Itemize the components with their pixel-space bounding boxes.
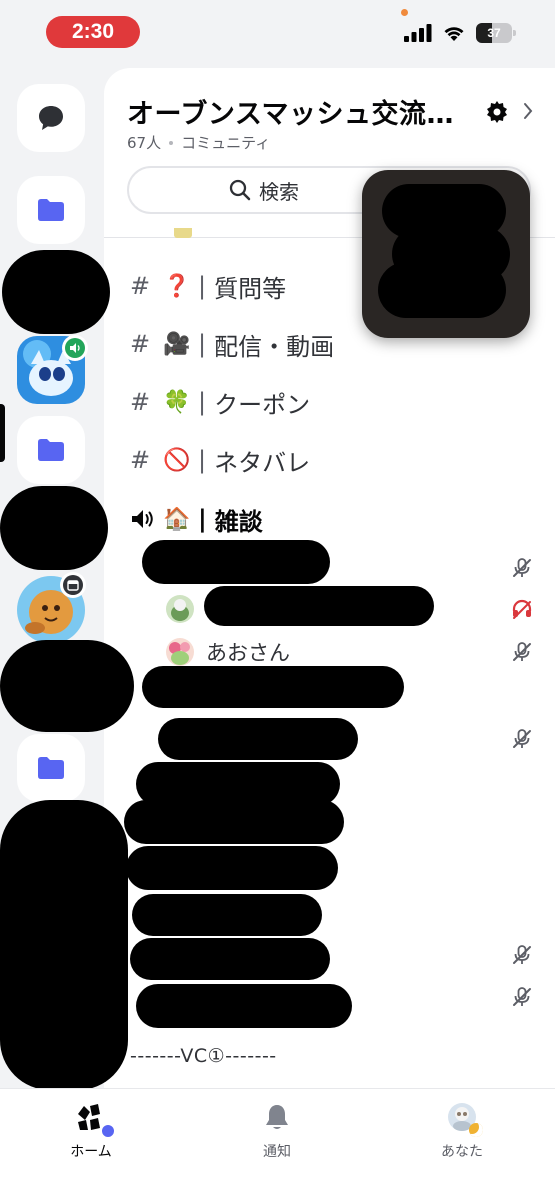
video-camera-icon: 🎥 [163,331,191,357]
muted-mic-icon [513,945,531,964]
bell-icon [263,1099,291,1135]
voice-channel-name: 雑談 [214,507,263,536]
folder-icon [38,199,64,221]
server-folder-2[interactable] [17,416,85,484]
channel-item[interactable]: # ❓ | 質問等 [130,266,286,306]
server-meta: 67人 コミュニティ [127,132,270,153]
idle-moon-icon [469,1123,483,1137]
home-icon [74,1099,116,1139]
nav-you[interactable]: あなた [412,1099,512,1161]
voice-channel[interactable]: 🏠 | 雑談 [130,499,263,539]
battery-level: 37 [487,26,501,40]
active-server-indicator [0,404,5,462]
nav-home-label: ホーム [70,1144,112,1160]
muted-mic-icon [513,642,531,661]
signal-icon [404,24,432,42]
channel-name: ネタバレ [214,448,311,477]
nav-notifications-label: 通知 [263,1144,291,1160]
folder-icon [38,757,64,779]
search-label: 検索 [259,179,299,204]
search-icon [229,179,251,201]
channel-name: クーポン [214,390,311,419]
battery-icon: 37 [476,23,516,43]
bottom-navigation: ホーム 通知 あなた [0,1088,555,1200]
server-folder-3[interactable] [17,734,85,802]
hash-icon: # [130,330,151,358]
direct-messages-button[interactable] [17,84,85,152]
chat-bubble-icon [39,106,63,130]
speaker-icon [132,510,153,528]
voice-active-badge [62,335,88,361]
status-time: 2:30 [46,16,140,48]
server-header[interactable]: オーブンスマッシュ交流… [127,92,454,131]
wifi-icon [444,27,464,41]
avatar [166,638,194,666]
meta-dot [169,140,174,145]
member-count: 67人 [127,134,162,152]
deafened-icon [512,599,532,619]
hash-icon: # [130,272,151,300]
question-icon: ❓ [163,273,191,299]
cut-off-channel [164,228,214,240]
privacy-indicator-dot [401,9,408,16]
channel-name: 配信・動画 [214,332,335,361]
channel-item[interactable]: # 🚫 | ネタバレ [130,440,310,480]
speaker-icon [70,343,80,353]
avatar [166,595,194,623]
channel-item[interactable]: # 🍀 | クーポン [130,382,310,422]
section-divider-label: -------VC①------- [130,1045,277,1067]
nav-home[interactable]: ホーム [41,1099,141,1161]
nav-notifications[interactable]: 通知 [227,1099,327,1161]
folder-icon [38,439,64,461]
status-bar: 2:30 37 [0,0,555,64]
server-name[interactable]: オーブンスマッシュ交流… [127,92,454,131]
calendar-icon [67,580,79,591]
status-icons: 37 [404,20,516,46]
user-avatar [447,1099,483,1137]
muted-mic-icon [513,987,531,1006]
hash-icon: # [130,446,151,474]
house-icon: 🏠 [163,506,191,532]
unread-dot [100,1123,116,1139]
muted-mic-icon [513,729,531,748]
muted-mic-icon [513,558,531,577]
server-folder-1[interactable] [17,176,85,244]
hash-icon: # [130,388,151,416]
channel-name: 質問等 [214,274,287,303]
voice-member[interactable]: あおさん [166,637,290,667]
server-type: コミュニティ [181,134,271,152]
channel-item[interactable]: # 🎥 | 配信・動画 [130,324,334,364]
event-badge [60,572,86,598]
gear-icon[interactable] [485,100,509,124]
member-name: あおさん [206,641,290,665]
clover-icon: 🍀 [163,389,191,415]
floating-overlay-card [362,170,530,338]
chevron-right-icon[interactable] [522,101,534,121]
nav-you-label: あなた [441,1144,483,1160]
prohibited-icon: 🚫 [163,447,191,473]
